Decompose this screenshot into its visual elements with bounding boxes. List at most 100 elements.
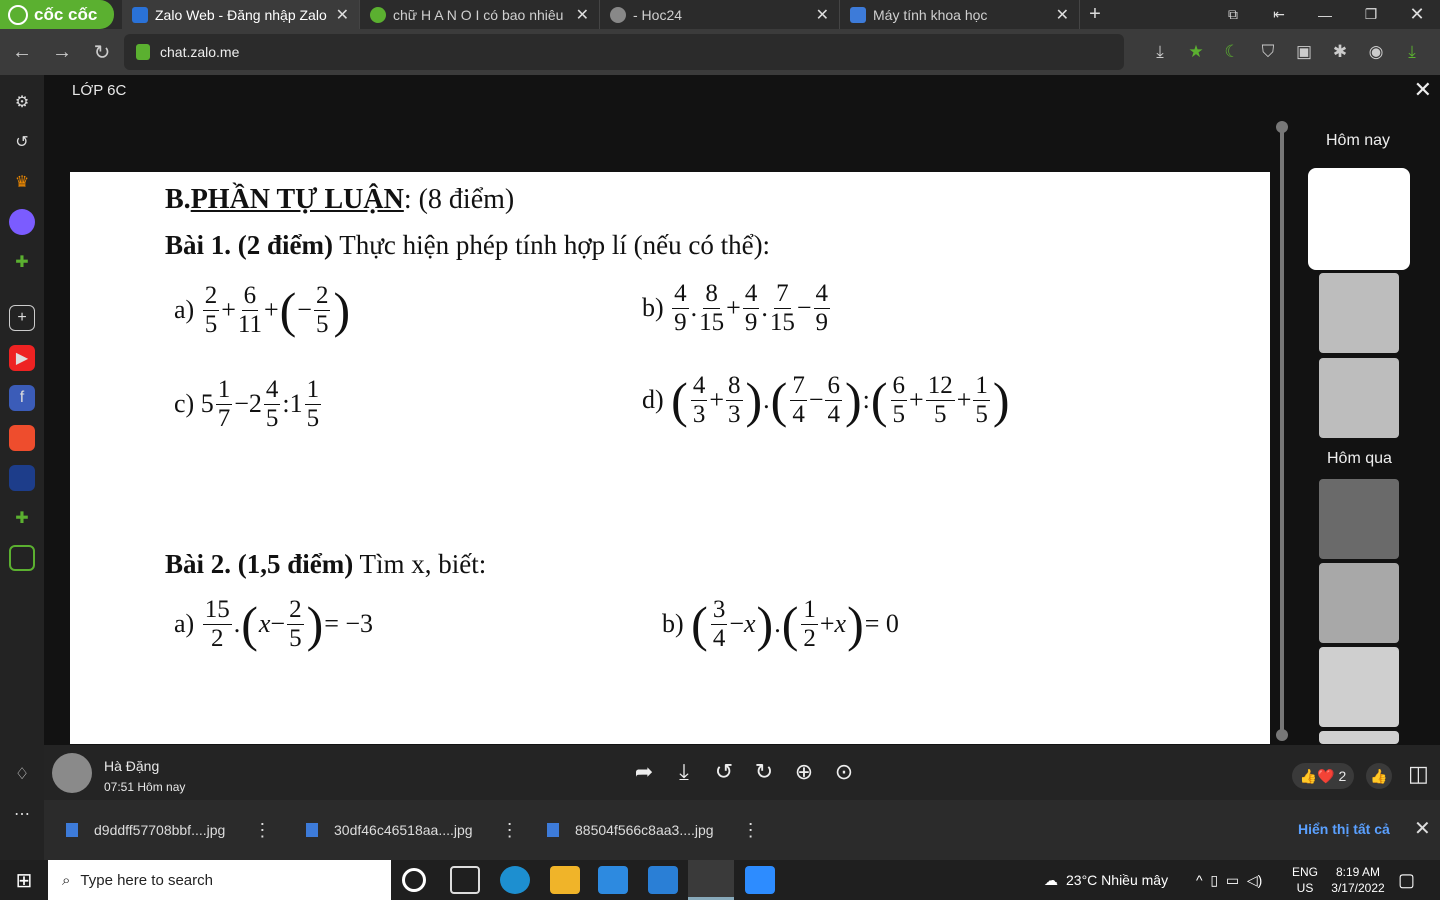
tab-hoc24[interactable]: - Hoc24 ✕	[600, 0, 840, 29]
file-explorer-icon[interactable]	[550, 866, 580, 894]
calculator-sidebar-icon[interactable]	[9, 545, 35, 571]
search-placeholder: Type here to search	[80, 871, 213, 889]
thumbnail-scrollbar[interactable]	[1276, 121, 1288, 741]
tab-title: Zalo Web - Đăng nhập Zalo	[155, 6, 327, 23]
taskbar-search-box[interactable]: ⌕ Type here to search	[48, 860, 391, 900]
new-tab-button[interactable]: +	[1080, 0, 1110, 29]
thumbnail[interactable]	[1319, 647, 1399, 727]
history-icon[interactable]: ↺	[9, 129, 35, 155]
download-item[interactable]: 30df46c46518aa....jpg ⋮	[306, 800, 519, 860]
minimize-button[interactable]: —	[1302, 0, 1348, 29]
system-tray-icons[interactable]: ^ ▯ ▭ ◁)	[1196, 860, 1262, 900]
windows-start-icon[interactable]: ⊞	[0, 860, 48, 900]
extensions-icon[interactable]: ✱	[1322, 34, 1358, 70]
close-viewer-icon[interactable]: ✕	[1414, 77, 1432, 103]
store-icon[interactable]	[598, 866, 628, 894]
rotate-right-icon[interactable]: ↻	[744, 759, 784, 785]
exercise-1a: a) 2 5 +6 11 +(−2 5)	[174, 282, 351, 338]
zoom-in-icon[interactable]: ⊕	[784, 759, 824, 785]
reload-button[interactable]: ↻	[84, 34, 120, 70]
bell-icon[interactable]: ♢	[9, 761, 35, 787]
tab-hoc24-question[interactable]: chữ H A N O I có bao nhiêu ✕	[360, 0, 600, 29]
image-file-icon	[66, 823, 78, 837]
more-options-icon[interactable]: ⋮	[501, 820, 519, 841]
avatar[interactable]	[52, 753, 92, 793]
messenger-icon[interactable]	[9, 209, 35, 235]
image-file-icon	[306, 823, 318, 837]
close-tab-icon[interactable]: ✕	[816, 5, 829, 25]
youtube-icon[interactable]: ▶	[9, 345, 35, 371]
show-all-downloads-link[interactable]: Hiển thị tất cả	[1298, 821, 1390, 837]
save-icon[interactable]: ▣	[1286, 34, 1322, 70]
thumbnail-selected[interactable]	[1308, 168, 1410, 270]
thumbnail[interactable]	[1319, 479, 1399, 559]
language-indicator[interactable]: ENG US	[1292, 860, 1318, 900]
game-controller-icon[interactable]: ✚	[9, 249, 35, 275]
zoom-app-icon[interactable]	[745, 866, 775, 894]
close-tab-icon[interactable]: ✕	[576, 5, 589, 25]
shopee-icon[interactable]	[9, 425, 35, 451]
download-item[interactable]: 88504f566c8aa3....jpg ⋮	[547, 800, 760, 860]
downloads-icon[interactable]: ⤓	[1394, 34, 1430, 70]
exercise-2-heading: Bài 2. (1,5 điểm) Tìm x, biết:	[165, 549, 487, 579]
more-options-icon[interactable]: ⋮	[253, 820, 271, 841]
coccoc-brand-button[interactable]: cốc cốc	[0, 0, 114, 29]
calculator-icon	[850, 6, 866, 23]
address-bar[interactable]: chat.zalo.me	[124, 34, 1124, 70]
sender-name: Hà Đặng	[104, 758, 160, 774]
sent-time: 07:51 Hôm nay	[104, 780, 186, 794]
cortana-icon[interactable]	[402, 868, 426, 892]
crown-icon[interactable]: ♛	[9, 169, 35, 195]
more-options-icon[interactable]: ⋮	[742, 820, 760, 841]
reaction-summary[interactable]: 👍❤️ 2	[1292, 763, 1354, 789]
clock[interactable]: 8:19 AM 3/17/2022	[1330, 860, 1386, 900]
edge-icon[interactable]	[500, 866, 530, 894]
weather-widget[interactable]: ☁ 23°C Nhiều mây	[1044, 860, 1168, 900]
close-window-button[interactable]: ✕	[1394, 0, 1440, 29]
cloud-icon: ☁	[1044, 871, 1058, 888]
bookmark-star-icon[interactable]: ★	[1178, 34, 1214, 70]
coccoc-taskbar-icon[interactable]	[688, 860, 734, 900]
maximize-button[interactable]: ❐	[1348, 0, 1394, 29]
layout-toggle-icon[interactable]: ◫	[1408, 761, 1429, 787]
download-item[interactable]: d9ddff57708bbf....jpg ⋮	[66, 800, 271, 860]
shield-icon[interactable]: ⛉	[1250, 34, 1286, 70]
more-options-icon[interactable]: ⋯	[9, 801, 35, 827]
coccoc-extension-icon[interactable]: ✚	[9, 505, 35, 531]
task-view-icon[interactable]	[450, 866, 480, 894]
close-downloads-icon[interactable]: ✕	[1414, 816, 1431, 841]
download-filename: 88504f566c8aa3....jpg	[575, 822, 714, 838]
tab-calculator[interactable]: Máy tính khoa học ✕	[840, 0, 1080, 29]
notification-icon[interactable]: ▢	[1398, 860, 1415, 900]
thumbnail[interactable]	[1319, 731, 1399, 744]
profile-icon[interactable]: ◉	[1358, 34, 1394, 70]
tiki-icon[interactable]	[9, 465, 35, 491]
zalo-icon	[132, 6, 148, 23]
rotate-left-icon[interactable]: ↺	[704, 759, 744, 785]
tab-list-icon[interactable]: ⇤	[1256, 0, 1302, 29]
close-tab-icon[interactable]: ✕	[336, 5, 349, 25]
weather-text: 23°C Nhiều mây	[1066, 872, 1169, 888]
mail-icon[interactable]	[648, 866, 678, 894]
download-filename: d9ddff57708bbf....jpg	[94, 822, 226, 838]
image-viewer: LỚP 6C ✕ B.PHẦN TỰ LUẬN: (8 điểm) Bài 1.…	[44, 75, 1440, 800]
download-page-icon[interactable]: ⤓	[1142, 34, 1178, 70]
share-arrow-icon[interactable]: ➦	[624, 759, 664, 785]
close-tab-icon[interactable]: ✕	[1056, 5, 1069, 25]
settings-gear-icon[interactable]: ⚙	[9, 89, 35, 115]
back-button[interactable]: ←	[4, 34, 40, 70]
actual-size-icon[interactable]: ⊙	[824, 759, 864, 785]
exercise-1b: b) 4 9. 8 15 +4 9. 7 15−4 9	[642, 280, 831, 336]
screen-capture-icon[interactable]: ⧉	[1210, 0, 1256, 29]
tab-zalo[interactable]: Zalo Web - Đăng nhập Zalo ✕	[122, 0, 360, 29]
dark-mode-icon[interactable]: ☾	[1214, 34, 1250, 70]
thumbnail[interactable]	[1319, 273, 1399, 353]
thumbnail[interactable]	[1319, 358, 1399, 438]
like-icon[interactable]: 👍	[1366, 763, 1392, 789]
exercise-2b: b) (3 4− x).(1 2 + x) = 0	[662, 596, 899, 652]
add-app-icon[interactable]: +	[9, 305, 35, 331]
thumbnail[interactable]	[1319, 563, 1399, 643]
forward-button[interactable]: →	[44, 34, 80, 70]
download-icon[interactable]: ⤓	[664, 759, 704, 785]
facebook-icon[interactable]: f	[9, 385, 35, 411]
